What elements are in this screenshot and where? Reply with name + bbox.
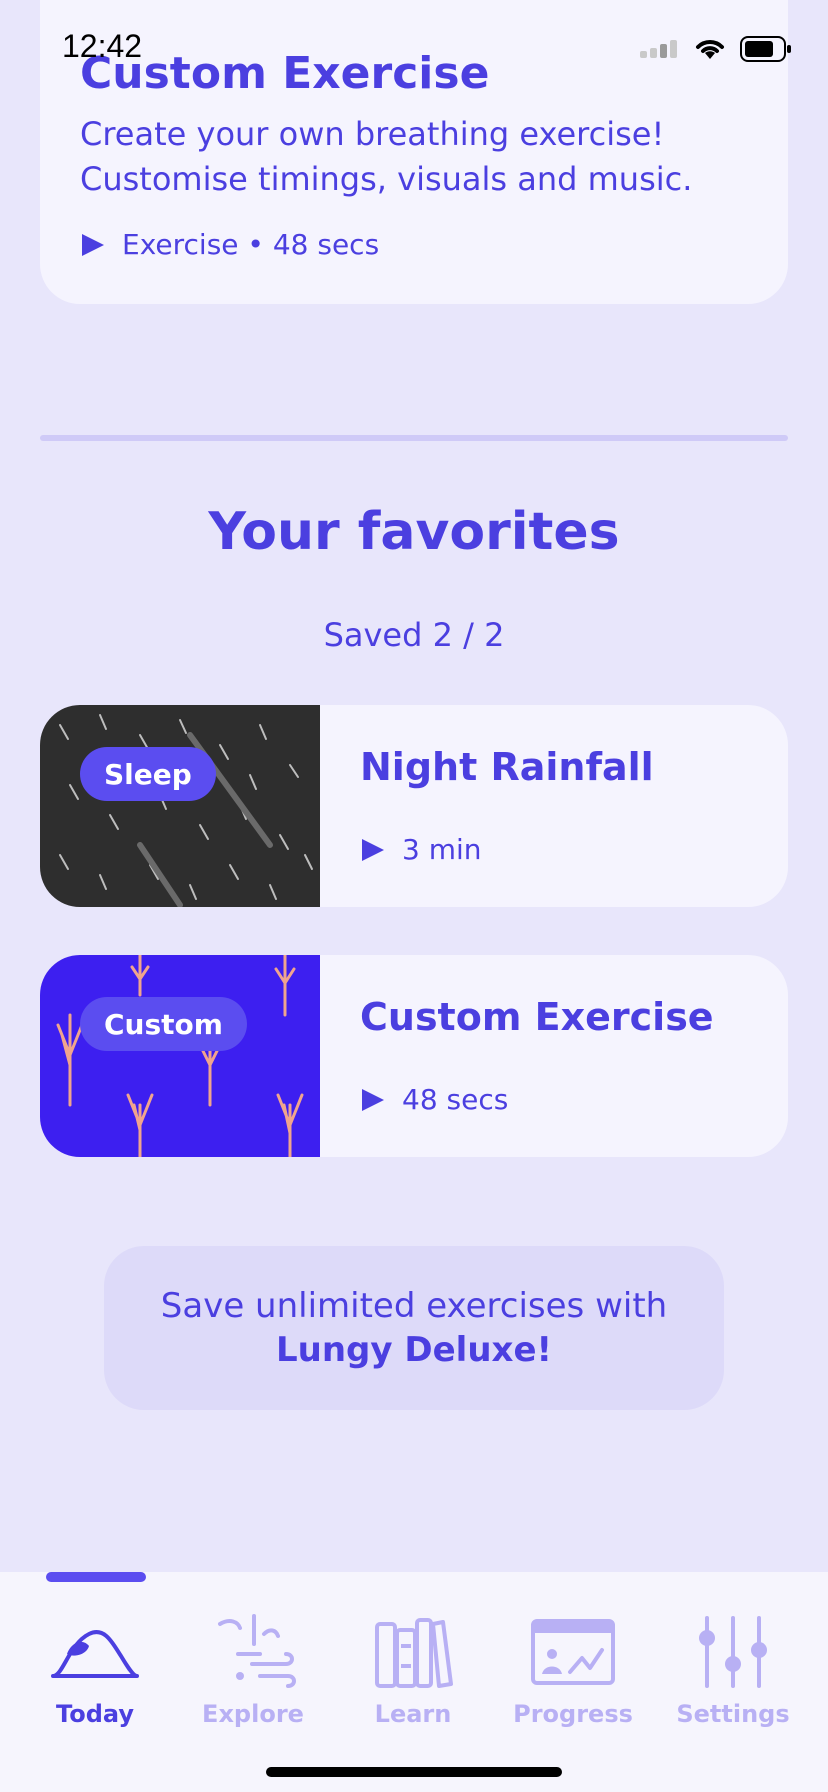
tab-label: Explore	[202, 1700, 304, 1728]
favorite-duration: 48 secs	[360, 1083, 508, 1116]
rainfall-thumbnail	[40, 705, 320, 907]
tab-label: Today	[56, 1700, 134, 1728]
active-tab-indicator	[46, 1572, 146, 1582]
progress-icon	[531, 1619, 615, 1685]
custom-thumbnail	[40, 955, 320, 1157]
category-tag: Custom	[80, 997, 247, 1051]
explore-icon	[218, 1614, 296, 1688]
tab-settings[interactable]: Settings	[658, 1612, 808, 1728]
promo-text: Save unlimited exercises with	[160, 1286, 668, 1326]
play-icon[interactable]	[360, 837, 386, 863]
books-icon	[375, 1618, 453, 1688]
favorite-card-custom-exercise[interactable]: Custom Custom Exercise 48 secs	[40, 955, 788, 1157]
tab-progress[interactable]: Progress	[498, 1612, 648, 1728]
favorite-card-night-rainfall[interactable]: Sleep Night Rainfall 3 min	[40, 705, 788, 907]
category-tag: Sleep	[80, 747, 216, 801]
signal-icon	[640, 40, 677, 58]
saved-count: Saved 2 / 2	[323, 616, 505, 654]
tab-bar: Today Explore Learn Progress Settings	[0, 1572, 828, 1792]
mountain-icon	[51, 1630, 139, 1678]
status-icons	[640, 36, 792, 62]
home-indicator[interactable]	[266, 1767, 562, 1777]
tab-today[interactable]: Today	[20, 1612, 170, 1728]
favorite-duration-text: 48 secs	[402, 1083, 509, 1116]
section-divider	[40, 435, 788, 441]
favorite-name: Custom Exercise	[360, 995, 714, 1039]
card-meta: Exercise • 48 secs	[80, 228, 379, 261]
favorites-title: Your favorites	[208, 502, 620, 562]
deluxe-promo-button[interactable]: Save unlimited exercises with Lungy Delu…	[104, 1246, 724, 1410]
tab-learn[interactable]: Learn	[338, 1612, 488, 1728]
favorite-duration-text: 3 min	[402, 833, 482, 866]
card-meta-text: Exercise • 48 secs	[122, 228, 380, 261]
tab-explore[interactable]: Explore	[178, 1612, 328, 1728]
tab-label: Learn	[374, 1700, 452, 1728]
tab-label: Settings	[676, 1700, 790, 1728]
play-icon	[82, 233, 104, 256]
status-time: 12:42	[62, 28, 143, 64]
sliders-icon	[699, 1616, 767, 1688]
favorite-duration: 3 min	[360, 833, 482, 866]
play-icon[interactable]	[360, 1087, 386, 1113]
tab-label: Progress	[513, 1700, 633, 1728]
card-description: Create your own breathing exercise! Cust…	[80, 115, 693, 198]
wifi-icon	[696, 40, 724, 59]
promo-product-name: Lungy Deluxe!	[275, 1330, 553, 1370]
favorite-name: Night Rainfall	[360, 745, 654, 789]
battery-icon	[740, 36, 791, 62]
